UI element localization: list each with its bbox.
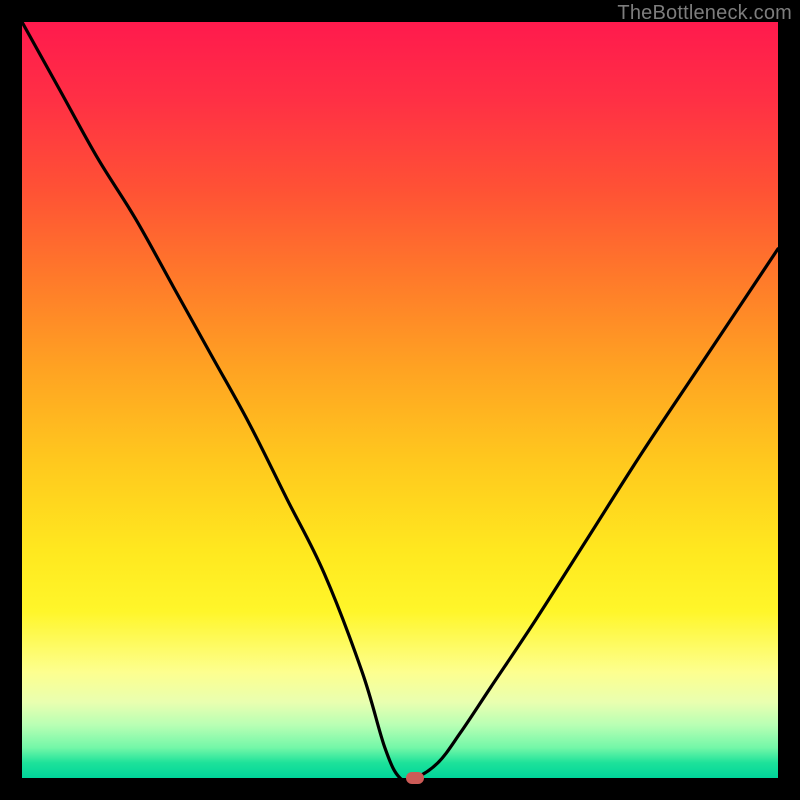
plot-area: [22, 22, 778, 778]
min-marker: [406, 772, 424, 784]
chart-frame: TheBottleneck.com: [0, 0, 800, 800]
bottleneck-curve: [22, 22, 778, 778]
